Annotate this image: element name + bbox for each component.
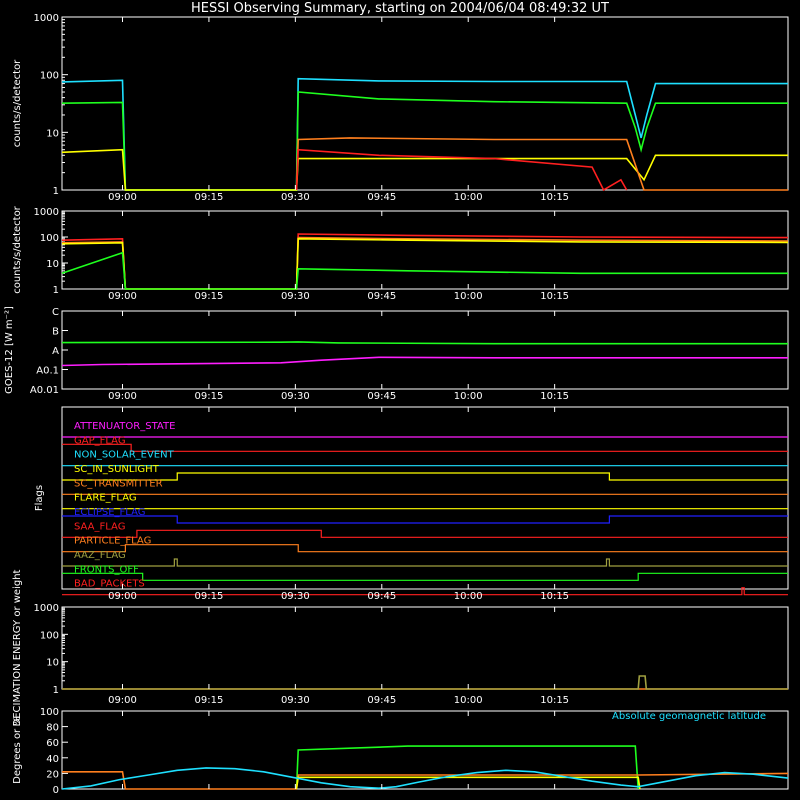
goes-ytick-label: A0.1 — [36, 366, 59, 377]
goes-xtick-label: 10:00 — [454, 391, 483, 402]
decimation-xtick-label: 09:45 — [367, 695, 396, 706]
goes-ytick-label: C — [52, 307, 59, 318]
goes-ytick-label: B — [52, 327, 59, 338]
goes-xtick-label: 09:30 — [281, 391, 310, 402]
flag-line-aaz-flag — [62, 558, 788, 567]
decimation-ytick-label: 10 — [46, 658, 59, 669]
high_energy-xtick-label: 09:45 — [367, 291, 396, 302]
flag-label-attenuator-state: ATTENUATOR_STATE — [74, 421, 175, 432]
high_energy-series-7-20-mev — [61, 251, 788, 290]
goes-xtick-label: 09:45 — [367, 391, 396, 402]
count_rates-series-25-50-kev — [61, 91, 788, 191]
high_energy-series-0-8-7-mev — [61, 237, 789, 290]
high_energy-ytick-label: 1000 — [34, 207, 59, 218]
count_rates-xtick-label: 10:00 — [454, 192, 483, 203]
flags-xtick-label: 10:00 — [454, 591, 483, 602]
high_energy-xtick-label: 09:00 — [108, 291, 137, 302]
goes-ytick-label: A0.01 — [30, 385, 59, 396]
flag-label-aaz-flag: AAZ_FLAG — [74, 550, 126, 561]
count_rates-ytick-label: 1000 — [34, 13, 59, 24]
high_energy-xtick-label: 10:15 — [540, 291, 569, 302]
decimation-ytick-label: 1000 — [34, 603, 59, 614]
count_rates-ylabel: counts/s/detector — [12, 59, 23, 147]
ratios-annotation: Absolute geomagnetic latitude — [612, 711, 766, 722]
chart-title: HESSI Observing Summary, starting on 200… — [191, 1, 609, 16]
high_energy-ytick-label: 10 — [46, 259, 59, 270]
flag-label-bad-packets: BAD_PACKETS — [74, 579, 145, 590]
ratios-ytick-label: 60 — [46, 738, 59, 749]
flag-line-fronts-off — [62, 572, 788, 581]
ratios-ytick-label: 40 — [46, 754, 59, 765]
count_rates-xtick-label: 09:45 — [367, 192, 396, 203]
count_rates-series-50-100-kev — [61, 77, 788, 191]
count_rates-xtick-label: 10:15 — [540, 192, 569, 203]
count_rates-ytick-label: 10 — [46, 128, 59, 139]
ratios-ytick-label: 80 — [46, 723, 59, 734]
high_energy-xtick-label: 09:15 — [195, 291, 224, 302]
high_energy-series-0-3-0-8-mev — [61, 236, 789, 290]
flag-label-sc-transmitter: SC_TRANSMITTER — [74, 478, 163, 489]
ratios-series-absolute-geomagnetic-latitude — [61, 767, 789, 790]
hessi-summary-figure: HESSI Observing Summary, starting on 200… — [0, 0, 800, 800]
goes-frame — [61, 310, 789, 390]
flag-label-saa-flag: SAA_FLAG — [74, 521, 125, 532]
ratios-series-front-ratio-1225 — [295, 745, 639, 790]
flag-line-saa-flag — [62, 529, 788, 538]
count_rates-series-3-6-kev — [295, 148, 628, 192]
count_rates-xtick-label: 09:30 — [281, 192, 310, 203]
count_rates-xtick-label: 09:15 — [195, 192, 224, 203]
high_energy-xtick-label: 09:30 — [281, 291, 310, 302]
decimation-xtick-label: 09:00 — [108, 695, 137, 706]
high_energy-ytick-label: 1 — [53, 285, 59, 296]
flags-ylabel: Flags — [34, 485, 45, 511]
high_energy-ylabel: counts/s/detector — [12, 205, 23, 293]
flags-xtick-label: 09:15 — [195, 591, 224, 602]
decimation-xtick-label: 10:00 — [454, 695, 483, 706]
flags-xtick-label: 09:45 — [367, 591, 396, 602]
goes-xtick-label: 09:15 — [195, 391, 224, 402]
high_energy-frame — [61, 210, 789, 290]
ratios-ytick-label: 0 — [53, 785, 59, 796]
count_rates-ytick-label: 100 — [40, 71, 59, 82]
high_energy-xtick-label: 10:00 — [454, 291, 483, 302]
flag-label-sc-in-sunlight: SC_IN_SUNLIGHT — [74, 464, 160, 475]
goes-ytick-label: A — [52, 346, 59, 357]
decimation-ytick-label: 1 — [53, 685, 59, 696]
flags-xtick-label: 09:00 — [108, 591, 137, 602]
goes-xtick-label: 09:00 — [108, 391, 137, 402]
ratios-ylabel: Degrees or % — [12, 716, 23, 784]
count_rates-xtick-label: 09:00 — [108, 192, 137, 203]
ratios-ytick-label: 100 — [40, 707, 59, 718]
goes-xtick-label: 10:15 — [540, 391, 569, 402]
hessi-summary-chart: HESSI Observing Summary, starting on 200… — [4, 1, 789, 796]
flags-xtick-label: 10:15 — [540, 591, 569, 602]
decimation-series-rear-dec-weight — [62, 675, 788, 690]
count_rates-series-12-25-kev — [61, 148, 788, 191]
goes-series-long — [61, 341, 788, 345]
flags-frame — [61, 406, 789, 590]
goes-series-short — [61, 356, 788, 367]
count_rates-series-6-12-kev — [295, 137, 788, 191]
goes-ylabel: GOES-12 [W m⁻²] — [4, 306, 15, 394]
flags-xtick-label: 09:30 — [281, 591, 310, 602]
decimation-xtick-label: 09:15 — [195, 695, 224, 706]
decimation-frame — [61, 606, 789, 690]
decimation-ylabel: DECIMATION ENERGY or weight — [12, 569, 23, 726]
decimation-xtick-label: 09:30 — [281, 695, 310, 706]
high_energy-ytick-label: 100 — [40, 233, 59, 244]
flag-line-eclipse-flag — [62, 515, 788, 524]
ratios-ytick-label: 20 — [46, 769, 59, 780]
count_rates-ytick-label: 1 — [53, 186, 59, 197]
flag-line-sc-in-sunlight — [62, 472, 788, 481]
decimation-ytick-label: 100 — [40, 630, 59, 641]
decimation-xtick-label: 10:15 — [540, 695, 569, 706]
flag-line-particle-flag — [62, 544, 788, 553]
flag-label-non-solar-event: NON_SOLAR_EVENT — [74, 450, 175, 461]
flag-label-flare-flag: FLARE_FLAG — [74, 493, 137, 504]
